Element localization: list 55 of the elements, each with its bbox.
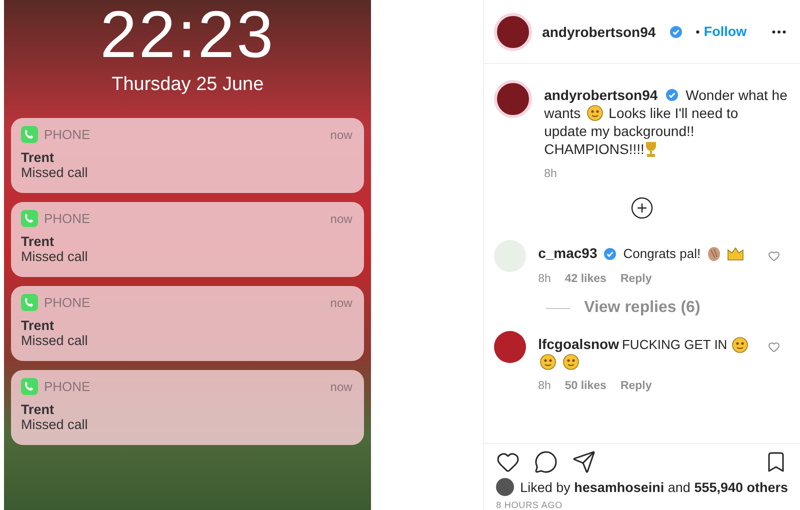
notification-body: Missed call (21, 333, 89, 348)
notification-time: now (330, 296, 352, 310)
notification-card[interactable]: PHONE now Trent Missed call (11, 202, 364, 277)
notification-title: Trent (21, 234, 56, 249)
like-comment-icon[interactable] (768, 250, 780, 262)
notification-app-name: PHONE (44, 127, 92, 142)
caption-text: Looks like I'll need to (608, 104, 738, 122)
like-comment-icon[interactable] (768, 341, 780, 353)
username-link[interactable]: andyrobertson94 (544, 86, 658, 104)
comment-icon[interactable] (534, 450, 558, 474)
notification-body: Missed call (21, 165, 89, 180)
notification-app-name: PHONE (44, 211, 92, 226)
comment-text: FUCKING GET IN (622, 336, 728, 354)
notification-title: Trent (21, 318, 56, 333)
phone-app-icon (21, 294, 38, 311)
separator-dot: • (696, 24, 700, 38)
phone-app-icon (21, 378, 38, 395)
comment-time: 8h (538, 380, 551, 392)
comment-time: 8h (538, 273, 551, 285)
crown-icon (726, 246, 744, 260)
liked-by-text: Liked by hesamhoseini and 555,940 others (520, 480, 788, 494)
notification-card[interactable]: PHONE now Trent Missed call (11, 118, 364, 193)
profile-avatar[interactable] (494, 12, 532, 50)
notification-card[interactable]: PHONE now Trent Missed call (11, 286, 364, 361)
commenter-avatar[interactable] (494, 331, 526, 363)
notification-time: now (330, 128, 352, 142)
like-icon[interactable] (496, 450, 520, 474)
notification-time: now (330, 212, 352, 226)
share-icon[interactable] (572, 450, 596, 474)
username-link[interactable]: lfcgoalsnow (538, 335, 619, 354)
post-time: 8h (544, 168, 557, 180)
caption-text: CHAMPIONS!!!! (544, 140, 644, 158)
phone-app-icon (21, 210, 38, 227)
notification-card[interactable]: PHONE now Trent Missed call (11, 370, 364, 445)
notification-title: Trent (21, 402, 56, 417)
phone-app-icon (21, 126, 38, 143)
trophy-icon (644, 140, 658, 158)
caption-text: wants (544, 104, 581, 122)
notification-time: now (330, 380, 352, 394)
lock-screen-time: 22:23 (99, 0, 276, 68)
post-age: 8 HOURS AGO (495, 499, 564, 510)
notification-title: Trent (21, 150, 56, 165)
notification-app-name: PHONE (44, 379, 92, 394)
notification-body: Missed call (21, 417, 89, 432)
profile-avatar[interactable] (494, 80, 532, 118)
caption-text: update my background!! (544, 122, 694, 140)
username-link[interactable]: andyrobertson94 (542, 24, 656, 40)
notification-app-name: PHONE (44, 295, 92, 310)
comment-text: Congrats pal! (623, 245, 701, 263)
lock-screen-date: Thursday 25 June (110, 74, 265, 96)
notification-body: Missed call (21, 249, 89, 264)
caption-text: Wonder what he (686, 86, 788, 104)
load-more-icon[interactable] (630, 196, 654, 220)
liker-avatar[interactable] (496, 478, 514, 496)
username-link[interactable]: c_mac93 (538, 244, 598, 263)
